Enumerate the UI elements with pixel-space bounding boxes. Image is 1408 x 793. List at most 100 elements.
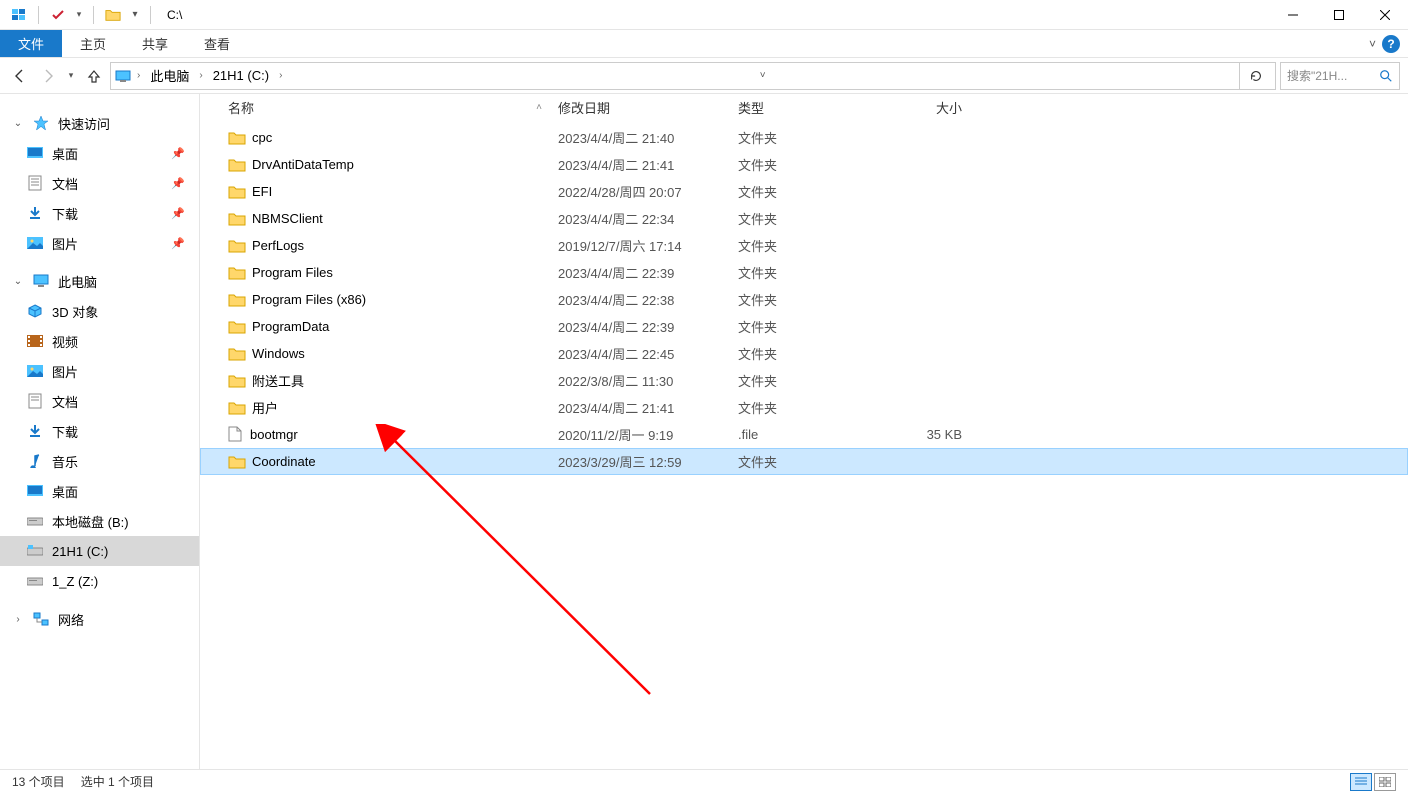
chevron-right-icon[interactable]: › (133, 70, 144, 81)
file-name: EFI (252, 184, 272, 199)
refresh-button[interactable] (1239, 63, 1271, 89)
column-size[interactable]: 大小 (880, 98, 970, 117)
documents-icon (26, 392, 44, 410)
file-row[interactable]: Windows2023/4/4/周二 22:45文件夹 (200, 340, 1408, 367)
status-bar: 13 个项目 选中 1 个项目 (0, 769, 1408, 793)
folder-icon (228, 401, 246, 415)
sidebar-3d-objects[interactable]: 3D 对象 (0, 296, 199, 326)
tab-file[interactable]: 文件 (0, 30, 62, 57)
folder-icon (228, 158, 246, 172)
file-row[interactable]: Program Files2023/4/4/周二 22:39文件夹 (200, 259, 1408, 286)
sidebar-label: 图片 (52, 234, 78, 253)
help-icon[interactable]: ? (1382, 35, 1400, 53)
file-row[interactable]: ProgramData2023/4/4/周二 22:39文件夹 (200, 313, 1408, 340)
sidebar-drive-c[interactable]: 21H1 (C:) (0, 536, 199, 566)
title-dropdown-icon[interactable]: ▾ (128, 4, 142, 26)
file-date: 2023/3/29/周三 12:59 (550, 452, 730, 471)
sidebar-drive-z[interactable]: 1_Z (Z:) (0, 566, 199, 596)
drive-icon (26, 572, 44, 590)
file-row[interactable]: DrvAntiDataTemp2023/4/4/周二 21:41文件夹 (200, 151, 1408, 178)
pin-icon: 📌 (171, 237, 185, 250)
file-name: Program Files (252, 265, 333, 280)
file-row[interactable]: cpc2023/4/4/周二 21:40文件夹 (200, 124, 1408, 151)
sidebar-documents-2[interactable]: 文档 (0, 386, 199, 416)
file-row[interactable]: NBMSClient2023/4/4/周二 22:34文件夹 (200, 205, 1408, 232)
maximize-button[interactable] (1316, 0, 1362, 30)
folder-icon (228, 374, 246, 388)
file-name: PerfLogs (252, 238, 304, 253)
file-type: 文件夹 (730, 182, 880, 201)
expander-icon[interactable]: › (12, 614, 24, 625)
sidebar-drive-b[interactable]: 本地磁盘 (B:) (0, 506, 199, 536)
tab-view[interactable]: 查看 (186, 30, 248, 57)
sidebar-label: 桌面 (52, 482, 78, 501)
view-thumbnails-button[interactable] (1374, 773, 1396, 791)
pictures-icon (26, 362, 44, 380)
file-name: DrvAntiDataTemp (252, 157, 354, 172)
sidebar-label: 21H1 (C:) (52, 544, 108, 559)
sidebar-quick-access[interactable]: ⌄ 快速访问 (0, 108, 199, 138)
music-icon (26, 452, 44, 470)
file-type: 文件夹 (730, 155, 880, 174)
address-bar[interactable]: › 此电脑 › 21H1 (C:) › ˅ (110, 62, 1276, 90)
column-label: 名称 (228, 98, 254, 117)
column-date[interactable]: 修改日期 (550, 98, 730, 117)
breadcrumb-this-pc[interactable]: 此电脑 (146, 66, 193, 85)
sidebar-downloads[interactable]: 下载 📌 (0, 198, 199, 228)
sidebar-videos[interactable]: 视频 (0, 326, 199, 356)
search-box[interactable]: 搜索"21H... (1280, 62, 1400, 90)
sidebar-label: 此电脑 (58, 272, 97, 291)
qat-properties-icon[interactable] (47, 4, 69, 26)
file-type: 文件夹 (730, 236, 880, 255)
column-name[interactable]: 名称˄ (220, 98, 550, 117)
sidebar-label: 音乐 (52, 452, 78, 471)
chevron-right-icon[interactable]: › (195, 70, 206, 81)
history-dropdown[interactable]: ▾ (64, 62, 78, 90)
file-row[interactable]: EFI2022/4/28/周四 20:07文件夹 (200, 178, 1408, 205)
qat-dropdown-icon[interactable]: ▾ (73, 4, 85, 26)
file-row[interactable]: Program Files (x86)2023/4/4/周二 22:38文件夹 (200, 286, 1408, 313)
sidebar-this-pc[interactable]: ⌄ 此电脑 (0, 266, 199, 296)
file-name: ProgramData (252, 319, 329, 334)
close-button[interactable] (1362, 0, 1408, 30)
sidebar-music[interactable]: 音乐 (0, 446, 199, 476)
tab-share[interactable]: 共享 (124, 30, 186, 57)
column-type[interactable]: 类型 (730, 98, 880, 117)
chevron-right-icon[interactable]: › (275, 70, 286, 81)
file-row[interactable]: 附送工具2022/3/8/周二 11:30文件夹 (200, 367, 1408, 394)
sidebar-label: 快速访问 (58, 114, 110, 133)
folder-icon (228, 320, 246, 334)
sidebar-desktop[interactable]: 桌面 📌 (0, 138, 199, 168)
folder-icon (228, 239, 246, 253)
sidebar-desktop-2[interactable]: 桌面 (0, 476, 199, 506)
sidebar-pictures[interactable]: 图片 📌 (0, 228, 199, 258)
network-icon (32, 610, 50, 628)
folder-icon (228, 131, 246, 145)
minimize-button[interactable] (1270, 0, 1316, 30)
expander-icon[interactable]: ⌄ (12, 276, 24, 287)
window-title: C:\ (167, 8, 182, 22)
view-details-button[interactable] (1350, 773, 1372, 791)
sidebar-documents[interactable]: 文档 📌 (0, 168, 199, 198)
back-button[interactable] (8, 62, 32, 90)
drive-icon (26, 512, 44, 530)
file-row[interactable]: PerfLogs2019/12/7/周六 17:14文件夹 (200, 232, 1408, 259)
folder-title-icon (102, 4, 124, 26)
breadcrumb-drive[interactable]: 21H1 (C:) (209, 68, 273, 83)
expander-icon[interactable]: ⌄ (12, 118, 24, 129)
ribbon-expand-icon[interactable]: ˅ (1369, 37, 1376, 51)
file-row[interactable]: Coordinate2023/3/29/周三 12:59文件夹 (200, 448, 1408, 475)
file-row[interactable]: 用户2023/4/4/周二 21:41文件夹 (200, 394, 1408, 421)
sidebar-downloads-2[interactable]: 下载 (0, 416, 199, 446)
sidebar-pictures-2[interactable]: 图片 (0, 356, 199, 386)
tab-home[interactable]: 主页 (62, 30, 124, 57)
address-dropdown[interactable]: ˅ (749, 63, 777, 89)
forward-button[interactable] (36, 62, 60, 90)
pin-icon: 📌 (171, 147, 185, 160)
file-type: 文件夹 (730, 371, 880, 390)
folder-icon (228, 293, 246, 307)
up-button[interactable] (82, 62, 106, 90)
status-item-count: 13 个项目 (12, 773, 65, 790)
file-row[interactable]: bootmgr2020/11/2/周一 9:19.file35 KB (200, 421, 1408, 448)
sidebar-network[interactable]: › 网络 (0, 604, 199, 634)
